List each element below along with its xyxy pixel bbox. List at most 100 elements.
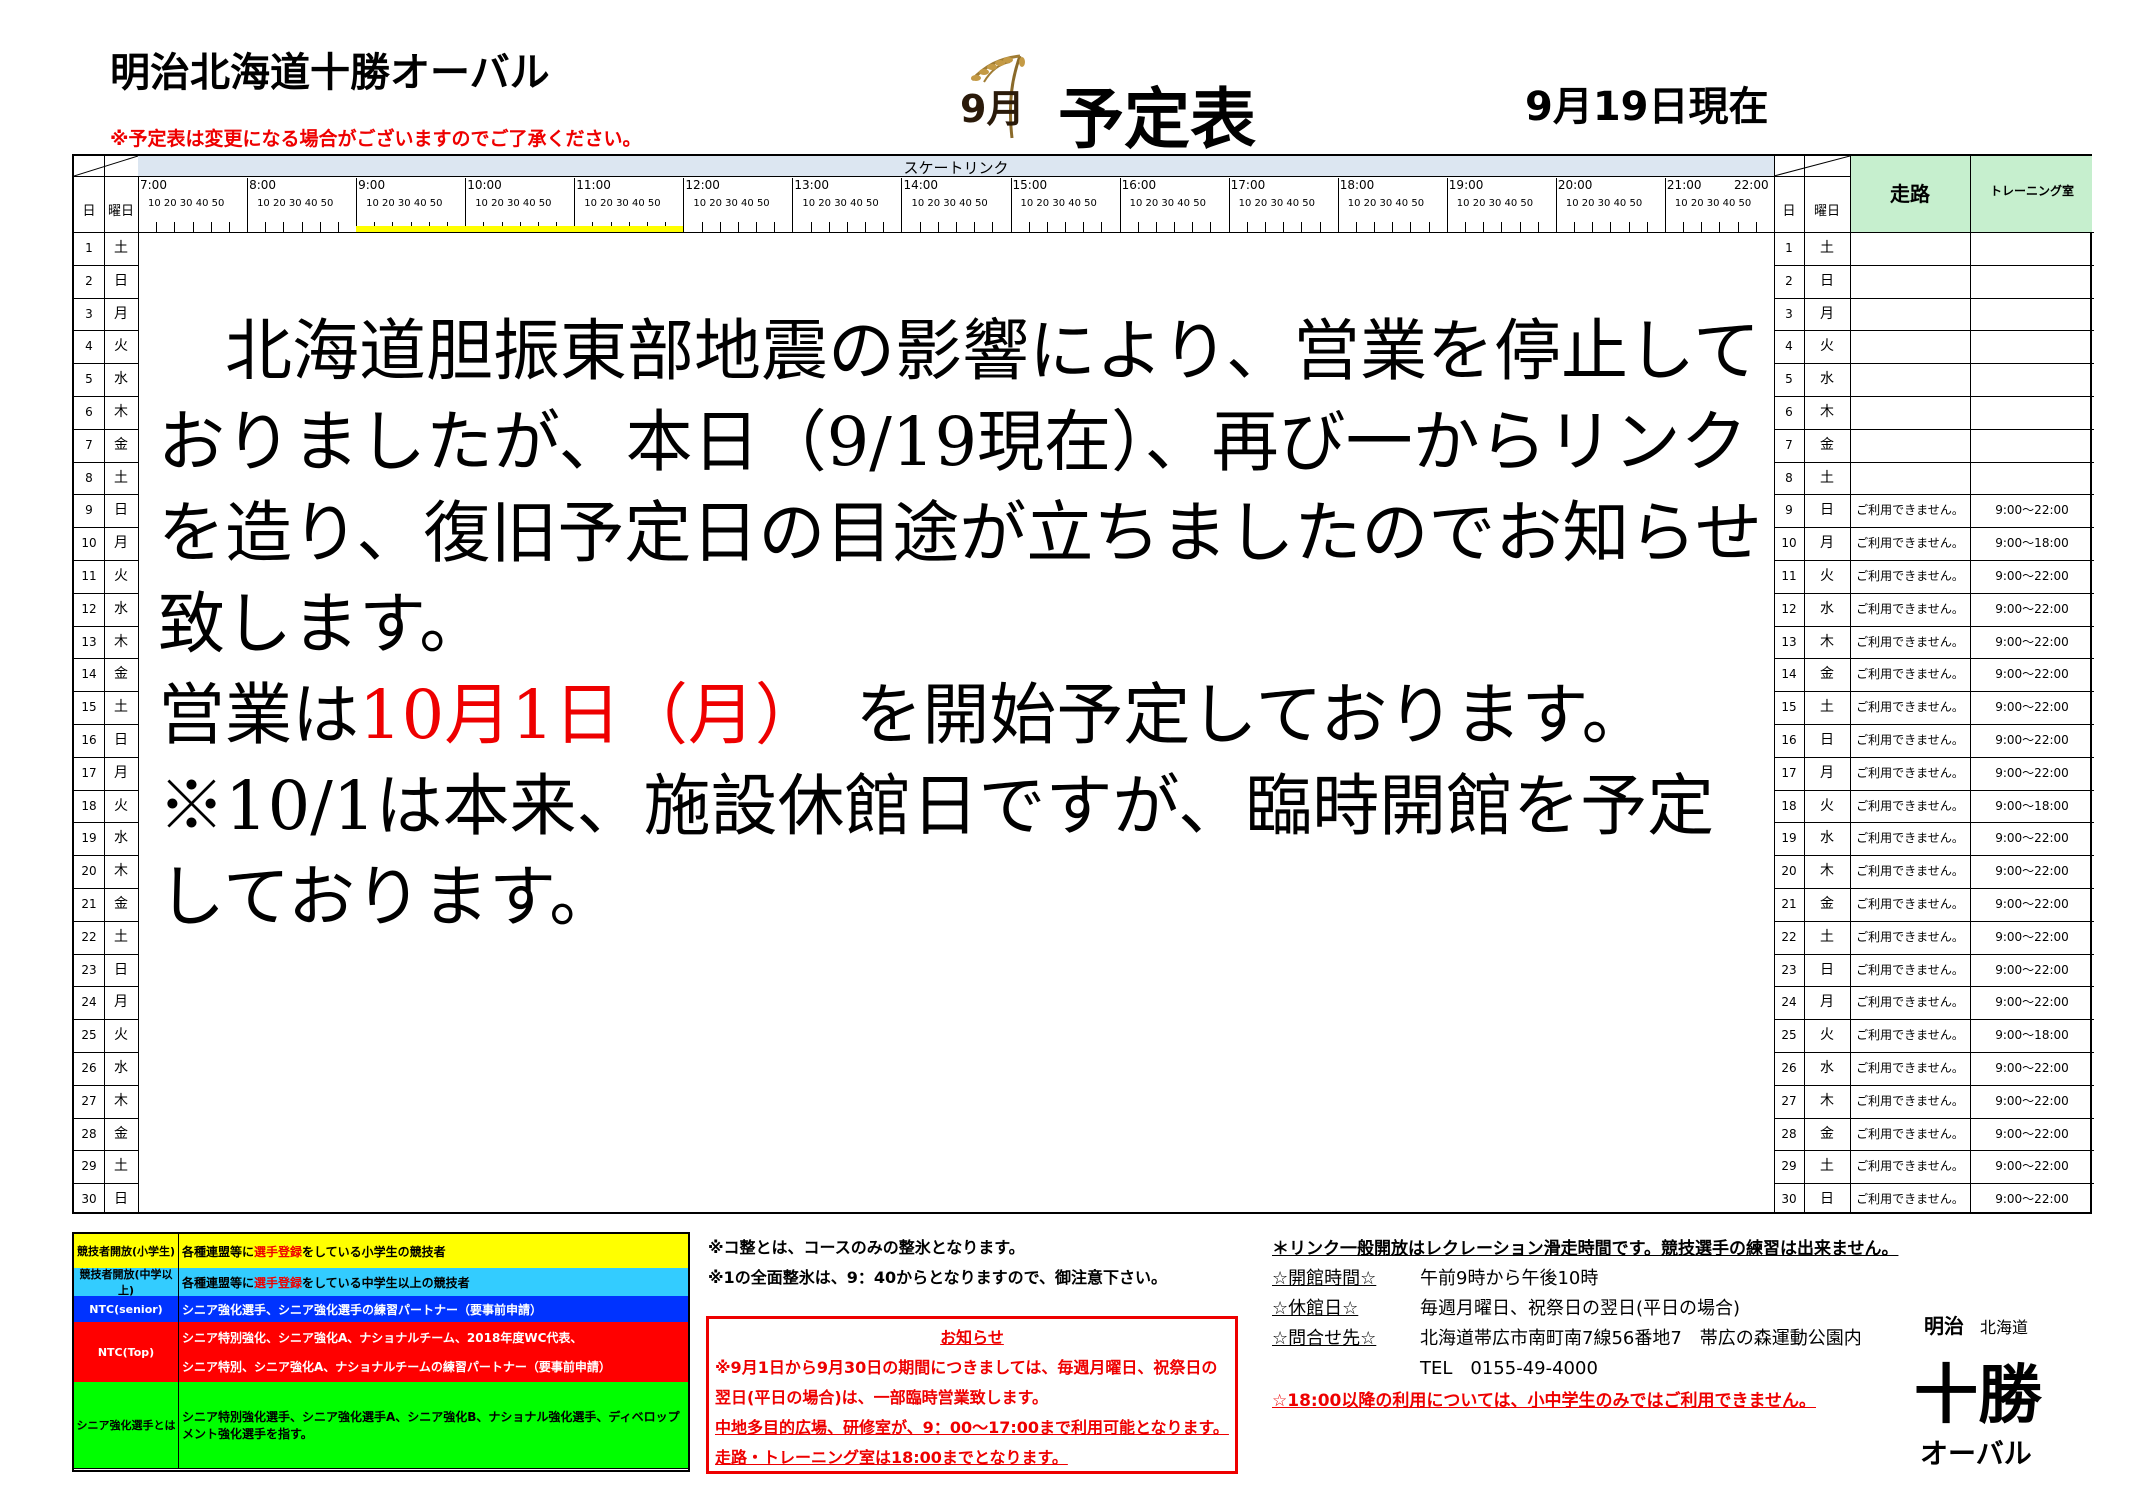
weekday: 金 [1820, 896, 1834, 912]
venue-name: 明治北海道十勝オーバル [110, 50, 550, 96]
hour-divider [1119, 178, 1121, 232]
corner-line [1774, 176, 1850, 177]
minute-tick [956, 222, 957, 232]
minute-tick [156, 222, 158, 232]
minute-tick [1192, 222, 1194, 232]
training-header: トレーニング室 [1989, 184, 2074, 198]
minute-label: 10 20 30 40 50 [148, 198, 225, 209]
weekday: 日 [114, 732, 128, 748]
weekday-col-header: 曜日 [107, 204, 134, 219]
hour-divider [901, 178, 903, 232]
hours-label: ☆開館時間☆ [1272, 1268, 1377, 1289]
minute-label: 10 20 30 40 50 [1456, 198, 1534, 209]
day-number: 10 [81, 536, 97, 551]
weekday: 木 [114, 1092, 128, 1109]
track-status: ご利用できません。 [1856, 1192, 1964, 1207]
minute-tick [756, 222, 758, 232]
training-hours: 9:00～22:00 [1995, 897, 2069, 911]
legend-row: NTC(Top) シニア特別強化、シニア強化A、ナショナルチーム、2018年度WC… [74, 1322, 688, 1383]
day-number: 19 [1781, 831, 1797, 846]
day-number: 23 [81, 962, 97, 977]
training-hours: 9:00～22:00 [1995, 1159, 2069, 1174]
hour-label: 16:00 [1121, 178, 1157, 192]
oshirase-text-1: ※9月1日から9月30日の期間につきましては、毎週月曜日、祝祭日の翌日(平日の場… [715, 1358, 1218, 1407]
minute-tick [1483, 222, 1485, 232]
training-hours: 9:00～22:00 [1995, 1093, 2069, 1108]
day-number: 4 [85, 339, 93, 354]
minute-tick [1737, 222, 1739, 232]
day-number: 27 [1781, 1093, 1797, 1108]
day-number: 24 [1781, 995, 1797, 1010]
minute-label: 10 20 30 40 50 [257, 198, 334, 209]
minute-tick [228, 222, 230, 232]
track-status: ご利用できません。 [1856, 700, 1964, 715]
day-number: 1 [1785, 241, 1793, 255]
training-hours: 9:00～22:00 [1995, 864, 2069, 879]
hour-divider [1446, 178, 1448, 232]
training-hours: 9:00～22:00 [1995, 929, 2069, 944]
minute-tick [1283, 222, 1285, 232]
ice-note-2: ※1の全面整氷は、9：40からとなりますので、御注意下さい。 [708, 1268, 1167, 1287]
minute-tick [1628, 222, 1630, 232]
oshirase-box: お知らせ ※9月1日から9月30日の期間につきましては、毎週月曜日、祝祭日の翌日… [706, 1316, 1238, 1474]
weekday: 金 [1820, 436, 1834, 453]
legend-value-text: をしている中学生以上の競技者 [302, 1275, 470, 1290]
after-18-note: ☆18:00以降の利用については、小中学生のみではご利用できません。 [1272, 1391, 1816, 1411]
day-number: 28 [81, 1126, 97, 1141]
training-hours: 9:00～22:00 [1995, 503, 2069, 518]
minute-tick [1174, 222, 1176, 232]
brand-line-3: 十勝 [1914, 1358, 2042, 1433]
training-hours: 9:00～18:00 [1995, 1028, 2069, 1043]
minute-tick [1265, 222, 1267, 232]
rink-open-note: ＊リンク一般開放はレクレーション滑走時間です。競技選手の練習は出来ません。 [1272, 1239, 1899, 1259]
minute-tick [1683, 222, 1685, 232]
minute-label: 10 20 30 40 50 [1565, 198, 1643, 209]
weekday: 月 [114, 305, 128, 322]
weekday: 水 [114, 1060, 128, 1076]
minute-tick [1719, 222, 1721, 232]
training-hours: 9:00～18:00 [1995, 798, 2069, 813]
weekday: 土 [114, 469, 128, 486]
hour-label: 18:00 [1339, 178, 1375, 192]
minute-tick [1519, 222, 1521, 232]
day-number: 16 [81, 733, 97, 747]
track-status: ご利用できません。 [1856, 1093, 1964, 1108]
day-number: 20 [1781, 864, 1797, 879]
weekday: 土 [1820, 469, 1834, 486]
legend-value: 各種連盟等に 選手登録 をしている中学生以上の競技者 [182, 1268, 684, 1296]
hour-divider [1228, 178, 1230, 232]
legend-row: 競技者開放(中学以上) 各種連盟等に 選手登録 をしている中学生以上の競技者 [74, 1268, 688, 1297]
minute-tick [719, 222, 721, 232]
oshirase-text-2: 中地多目的広場、研修室が、9：00～17:00まで利用可能となります。走路・トレ… [715, 1418, 1229, 1467]
minute-tick [919, 222, 921, 232]
minute-tick [210, 222, 212, 232]
weekday: 木 [1820, 1092, 1834, 1109]
hour-divider [465, 178, 467, 232]
day-number: 13 [81, 634, 97, 649]
day-number: 5 [1785, 372, 1793, 387]
oval-brand-logo: 明治 北海道 十勝 オーバル [1900, 1310, 2050, 1470]
weekday: 日 [1820, 272, 1834, 289]
day-number: 11 [81, 569, 97, 583]
weekday: 土 [114, 240, 128, 256]
track-status: ご利用できません。 [1856, 503, 1964, 518]
weekday: 木 [114, 863, 128, 880]
day-number: 24 [81, 995, 97, 1010]
track-status: ご利用できません。 [1856, 667, 1964, 682]
track-status: ご利用できません。 [1856, 929, 1964, 944]
day-number: 9 [1785, 503, 1793, 518]
track-status: ご利用できません。 [1856, 1061, 1964, 1075]
day-number: 6 [1785, 405, 1793, 419]
hour-divider [1337, 178, 1339, 232]
day-number: 17 [1781, 765, 1797, 780]
day-number: 21 [1781, 897, 1797, 911]
legend-value: シニア特別強化選手、シニア強化選手A、シニア強化B、ナショナル強化選手、ディベロ… [182, 1382, 684, 1468]
training-hours: 9:00～22:00 [1995, 831, 2069, 846]
day-number: 21 [81, 897, 97, 911]
weekday: 月 [1820, 994, 1834, 1011]
day-number: 4 [1785, 339, 1793, 354]
hour-label: 10:00 [467, 178, 502, 192]
track-status: ご利用できません。 [1856, 536, 1964, 551]
day-number: 26 [81, 1061, 97, 1075]
contact-label: ☆問合せ先☆ [1272, 1328, 1377, 1349]
